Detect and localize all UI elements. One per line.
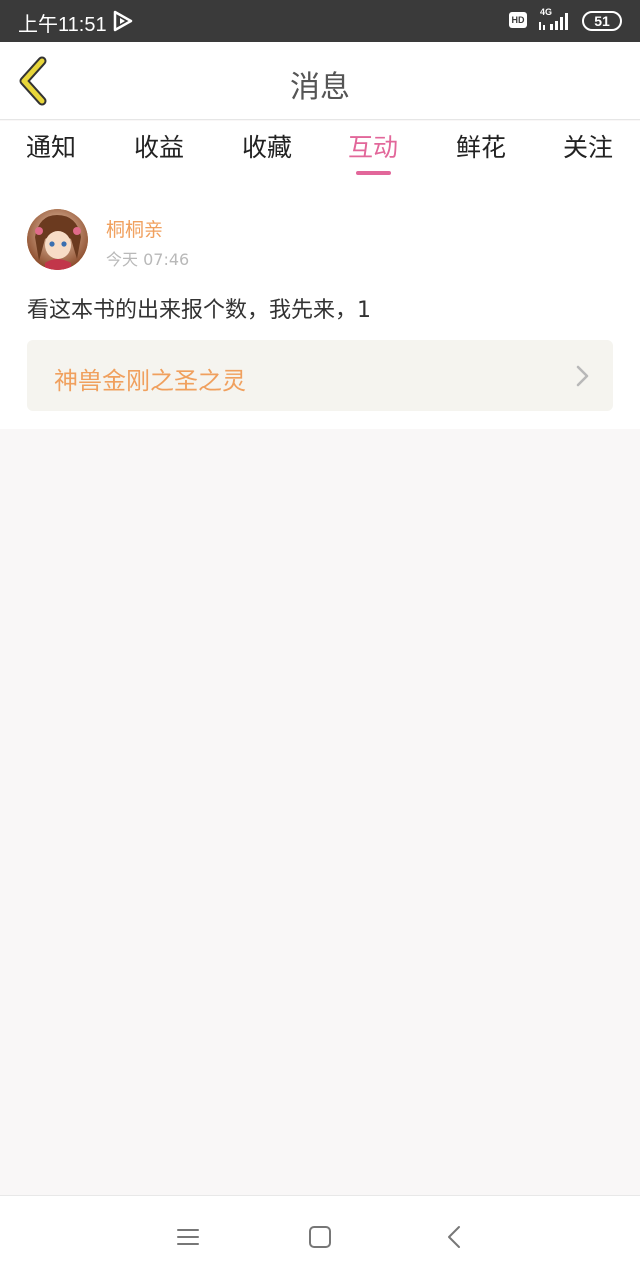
signal-icon <box>539 13 568 30</box>
hd-icon: HD <box>509 12 527 28</box>
battery-icon: 51 <box>582 11 622 31</box>
menu-icon[interactable] <box>173 1222 203 1252</box>
avatar[interactable] <box>27 209 88 270</box>
tab-favorites[interactable]: 收藏 <box>222 121 312 179</box>
header: 消息 <box>0 42 640 120</box>
tab-earnings[interactable]: 收益 <box>114 121 204 179</box>
back-icon[interactable] <box>440 1222 470 1252</box>
active-tab-indicator <box>356 171 391 175</box>
status-time: 上午11:51 <box>18 14 107 36</box>
screen: 上午11:51 HD 4G 51 消息 通知 收益 收藏 互动 鲜花 关注 桐桐… <box>0 0 640 1280</box>
tab-following[interactable]: 关注 <box>543 121 633 179</box>
book-link[interactable]: 神兽金刚之圣之灵 <box>27 340 613 411</box>
message-timestamp: 今天 07:46 <box>106 250 190 269</box>
message-text: 看这本书的出来报个数，我先来，1 <box>27 298 371 323</box>
tab-flowers[interactable]: 鲜花 <box>436 121 526 179</box>
status-bar: 上午11:51 HD 4G 51 <box>0 0 640 42</box>
chevron-right-icon <box>576 365 589 387</box>
book-title: 神兽金刚之圣之灵 <box>54 367 246 395</box>
username[interactable]: 桐桐亲 <box>106 215 163 242</box>
system-nav-bar <box>0 1195 640 1280</box>
message-card: 桐桐亲 今天 07:46 看这本书的出来报个数，我先来，1 神兽金刚之圣之灵 <box>0 179 640 429</box>
avatar-image <box>27 209 88 270</box>
page-title: 消息 <box>290 70 350 105</box>
tab-notifications[interactable]: 通知 <box>6 121 96 179</box>
home-icon[interactable] <box>305 1222 335 1252</box>
tab-bar: 通知 收益 收藏 互动 鲜花 关注 <box>0 121 640 179</box>
play-app-icon <box>113 10 133 32</box>
